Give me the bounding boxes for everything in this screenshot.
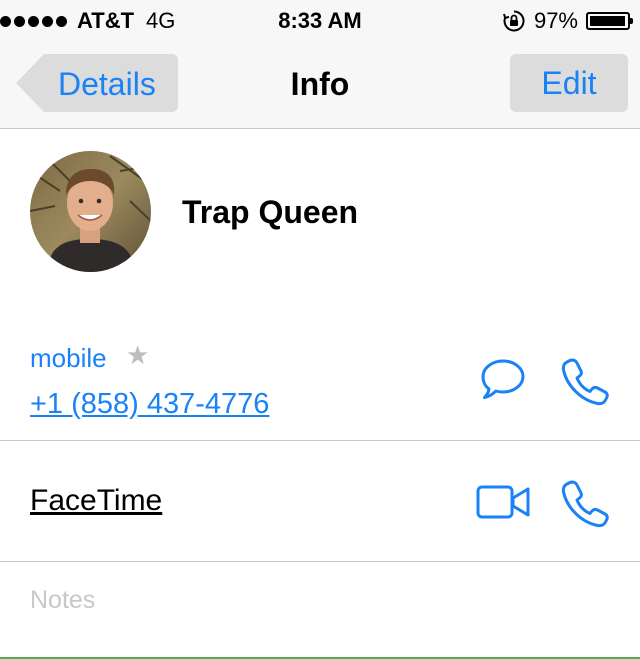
favorite-star-icon[interactable]: ★ bbox=[126, 340, 149, 371]
battery-icon bbox=[586, 12, 633, 30]
message-icon[interactable] bbox=[480, 358, 526, 400]
facetime-audio-icon[interactable] bbox=[560, 478, 610, 528]
navigation-bar: Details Info Edit bbox=[0, 40, 640, 129]
battery-fill bbox=[590, 16, 625, 26]
edit-button-label: Edit bbox=[541, 64, 597, 101]
phone-call-icon[interactable] bbox=[560, 356, 610, 406]
divider bbox=[0, 440, 640, 441]
avatar-photo bbox=[30, 151, 151, 272]
edit-button[interactable]: Edit bbox=[510, 54, 628, 112]
status-bar: AT&T 4G 8:33 AM 97% bbox=[0, 0, 640, 40]
facetime-label[interactable]: FaceTime bbox=[30, 484, 162, 518]
battery-percent: 97% bbox=[533, 8, 578, 33]
contact-name: Trap Queen bbox=[182, 194, 359, 230]
divider bbox=[0, 561, 640, 562]
avatar bbox=[30, 151, 151, 272]
notes-field[interactable]: Notes bbox=[30, 586, 95, 615]
orientation-lock-icon bbox=[502, 10, 525, 32]
status-right: 97% bbox=[502, 8, 633, 34]
video-call-icon[interactable] bbox=[476, 484, 532, 520]
phone-number-link[interactable]: +1 (858) 437-4776 bbox=[30, 388, 269, 421]
phone-label: mobile bbox=[30, 343, 107, 373]
